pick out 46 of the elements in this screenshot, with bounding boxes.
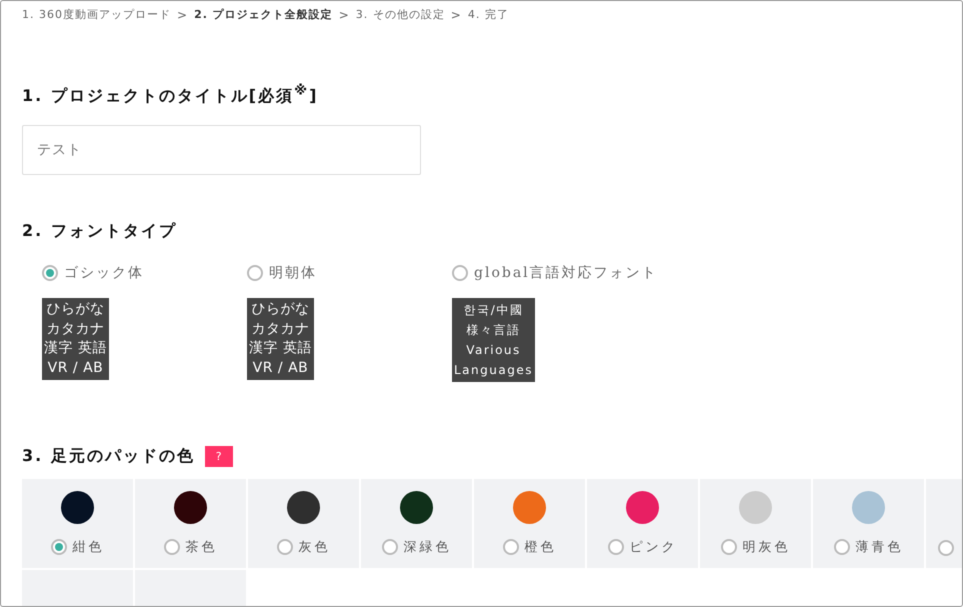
- breadcrumb-step: 1. 360度動画アップロード: [22, 7, 171, 22]
- section-heading: 1. プロジェクトのタイトル[必須$^{※}$]: [22, 84, 318, 108]
- breadcrumb-separator: >: [177, 8, 188, 22]
- title-input-field[interactable]: テスト: [22, 125, 421, 176]
- color-option-label: 深緑色: [404, 539, 452, 556]
- breadcrumb-step: 3. その他の設定: [356, 7, 445, 22]
- color-option-label: 明灰色: [742, 539, 790, 556]
- font-sample-card: ひらがな カタカナ 漢字 英語 VR / AB: [42, 298, 109, 380]
- breadcrumb-step: 2. プロジェクト全般設定: [194, 7, 333, 22]
- color-option-label: 薄青色: [856, 539, 904, 556]
- radio-button[interactable]: [382, 539, 398, 556]
- radio-button[interactable]: [164, 539, 180, 556]
- color-option-tile[interactable]: 橙色: [474, 479, 585, 568]
- font-option-label: global言語対応フォント: [474, 264, 658, 282]
- radio-button[interactable]: [720, 539, 736, 556]
- radio-button[interactable]: [276, 539, 292, 556]
- color-option-label: ピンク: [630, 539, 678, 556]
- color-option-tile[interactable]: 灰色: [248, 479, 359, 568]
- radio-button[interactable]: [42, 265, 58, 282]
- color-option-tile[interactable]: 茶色: [135, 479, 246, 568]
- color-option-tile[interactable]: 深緑色: [361, 479, 472, 568]
- radio-button[interactable]: [50, 539, 66, 556]
- color-option-label: 橙色: [524, 539, 556, 556]
- color-option-tile[interactable]: 薄青色: [813, 479, 924, 568]
- radio-button[interactable]: [938, 540, 954, 556]
- color-option-label: 灰色: [298, 539, 330, 556]
- font-option-label: ゴシック体: [64, 264, 144, 282]
- section-heading: 2. フォントタイプ: [22, 221, 177, 242]
- color-option-tile[interactable]: 明灰色: [700, 479, 811, 568]
- radio-button[interactable]: [502, 539, 518, 556]
- breadcrumb-separator: >: [450, 8, 462, 22]
- font-option-label: 明朝体: [269, 264, 317, 282]
- radio-button[interactable]: [247, 265, 263, 282]
- color-option-label: 紺色: [72, 539, 104, 556]
- radio-button[interactable]: [452, 265, 468, 282]
- radio-button[interactable]: [834, 539, 850, 556]
- color-option-tile[interactable]: 紺色: [22, 479, 133, 568]
- font-sample-card: 한국/中國 様々言語 Various Languages: [452, 298, 535, 382]
- radio-button[interactable]: [608, 539, 624, 556]
- font-sample-card: ひらがな カタカナ 漢字 英語 VR / AB: [247, 298, 314, 380]
- color-option-label: 茶色: [186, 539, 218, 556]
- breadcrumb-separator: >: [338, 8, 350, 22]
- help-button[interactable]: ?: [204, 446, 233, 468]
- breadcrumb-step: 4. 完了: [468, 7, 509, 22]
- color-option-tile[interactable]: ピンク: [587, 479, 698, 568]
- section-heading: 3. 足元のパッドの色: [22, 446, 195, 468]
